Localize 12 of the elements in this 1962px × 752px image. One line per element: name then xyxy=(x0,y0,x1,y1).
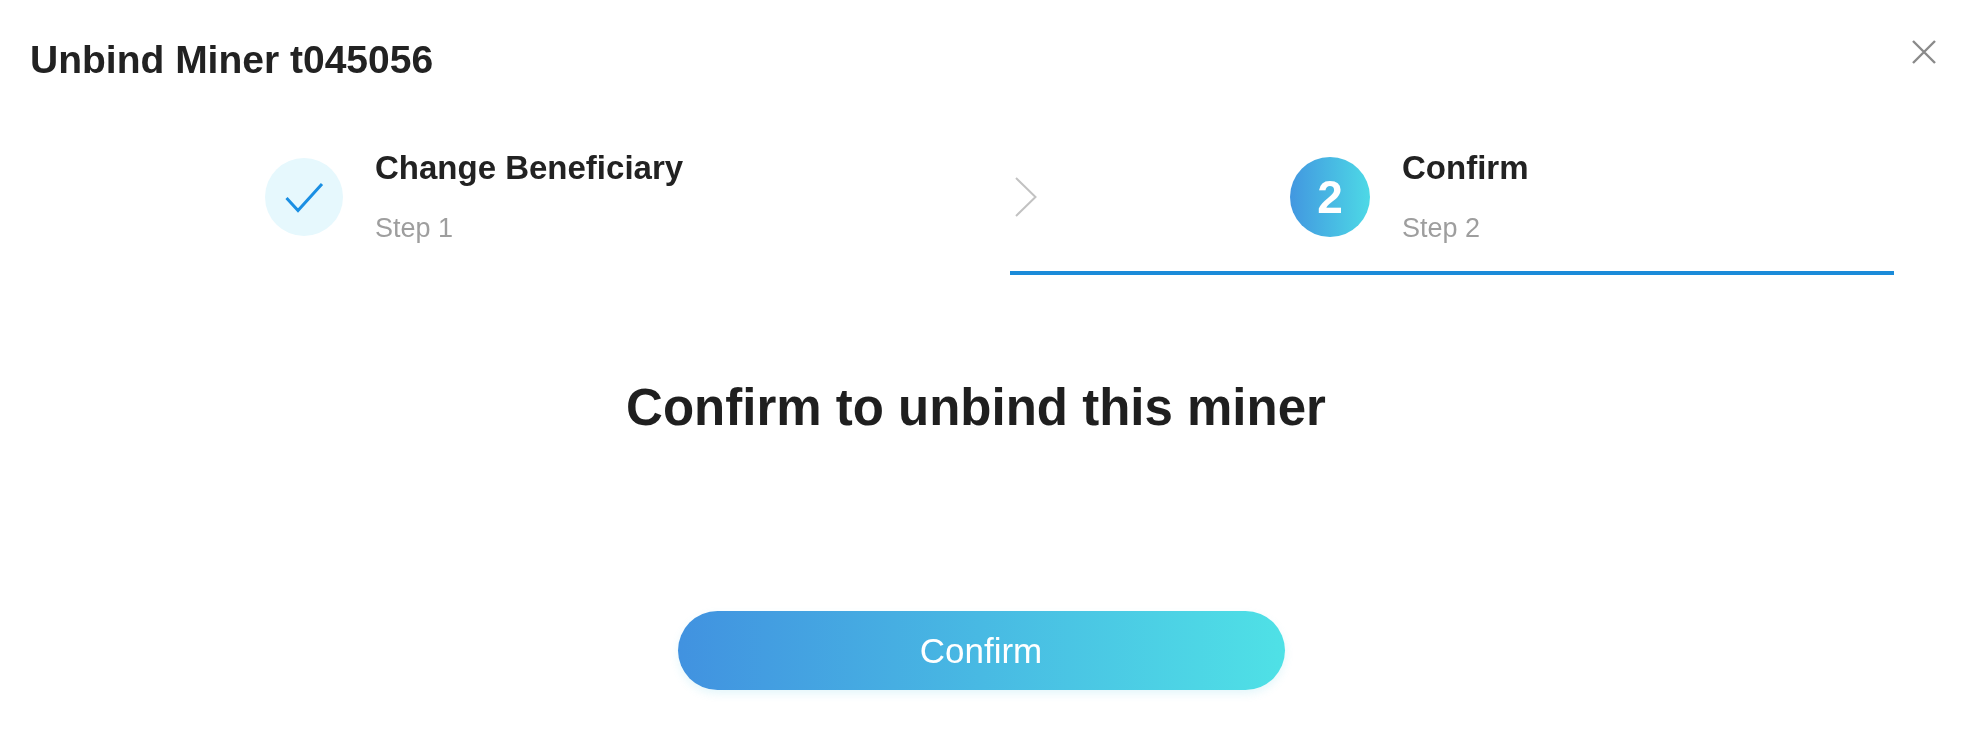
dialog-title: Unbind Miner t045056 xyxy=(30,40,434,79)
confirm-message: Confirm to unbind this miner xyxy=(626,382,1326,433)
chevron-right-icon xyxy=(1015,176,1037,217)
close-button[interactable] xyxy=(1912,40,1936,64)
close-icon xyxy=(1912,40,1936,64)
step-title: Confirm xyxy=(1402,151,1529,184)
confirm-button[interactable]: Confirm xyxy=(677,611,1285,690)
step-subtitle: Step 2 xyxy=(1402,215,1482,242)
check-icon xyxy=(265,157,343,236)
step-title: Change Beneficiary xyxy=(375,151,684,184)
step-subtitle: Step 1 xyxy=(375,215,455,242)
step-number: 2 xyxy=(1290,156,1370,237)
